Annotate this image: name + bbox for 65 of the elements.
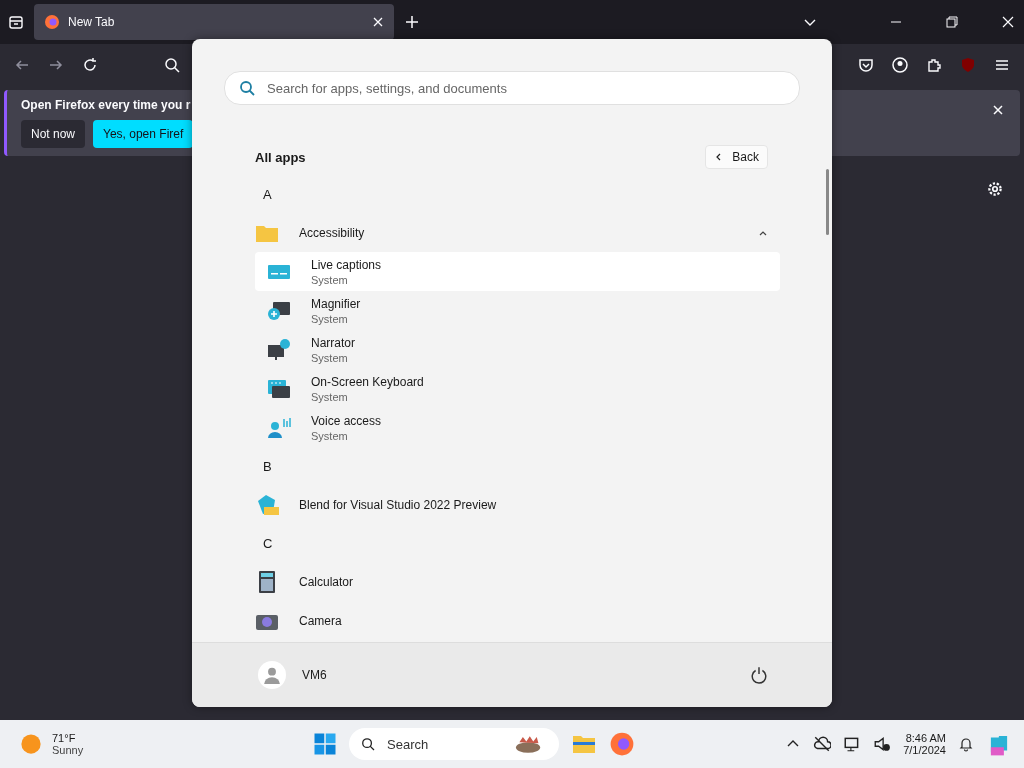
- user-silhouette-icon: [263, 666, 281, 684]
- user-name: VM6: [302, 668, 328, 682]
- app-publisher: System: [311, 312, 349, 325]
- close-icon[interactable]: [372, 16, 384, 28]
- sun-icon: [20, 733, 42, 755]
- app-name: Voice access: [311, 413, 382, 428]
- tab-title: New Tab: [68, 15, 116, 29]
- app-name: Live captions: [311, 257, 382, 272]
- clock-date: 7/1/2024: [903, 744, 946, 756]
- taskbar-search-box[interactable]: Search: [349, 728, 560, 760]
- app-name: Magnifier: [311, 296, 361, 311]
- power-icon[interactable]: [750, 666, 768, 684]
- app-name: On-Screen Keyboard: [311, 374, 424, 389]
- app-publisher: System: [311, 273, 349, 286]
- weather-condition: Sunny: [52, 744, 84, 756]
- close-icon[interactable]: [992, 104, 1004, 116]
- search-icon: [361, 736, 376, 752]
- reload-icon[interactable]: [82, 57, 98, 73]
- app-item[interactable]: Calculator: [255, 562, 780, 601]
- temperature: 71°F: [52, 732, 77, 744]
- app-item[interactable]: Magnifier System: [255, 291, 780, 330]
- close-icon[interactable]: [1000, 14, 1016, 30]
- menu-icon[interactable]: [994, 57, 1010, 73]
- confirm-button[interactable]: Yes, open Firef: [93, 120, 194, 148]
- app-item[interactable]: Narrator System: [255, 330, 780, 369]
- restore-icon[interactable]: [944, 14, 960, 30]
- notification-message: Open Firefox every time you r: [21, 98, 191, 112]
- search-box[interactable]: Search for apps, settings, and documents: [224, 71, 800, 105]
- voice-access-icon: [267, 415, 291, 440]
- plus-icon[interactable]: [404, 14, 420, 30]
- back-button[interactable]: Back: [705, 145, 768, 169]
- section-title: All apps: [255, 149, 306, 165]
- pocket-icon[interactable]: [858, 57, 874, 73]
- clock-time: 8:46 AM: [905, 732, 946, 744]
- app-publisher: System: [311, 390, 349, 403]
- taskbar-search-field[interactable]: Search: [385, 735, 500, 753]
- app-item[interactable]: Blend for Visual Studio 2022 Preview: [255, 485, 780, 524]
- extensions-icon[interactable]: [926, 57, 942, 73]
- settings-icon[interactable]: [986, 180, 1004, 198]
- search-field[interactable]: Search for apps, settings, and documents: [265, 79, 785, 97]
- search-icon: [239, 80, 255, 96]
- app-publisher: System: [311, 429, 349, 442]
- app-item[interactable]: Voice access System: [255, 408, 780, 447]
- user-avatar[interactable]: [258, 661, 286, 689]
- dismiss-button[interactable]: Not now: [21, 120, 86, 148]
- app-publisher: System: [311, 351, 349, 364]
- folder-item[interactable]: Accessibility: [255, 213, 780, 252]
- app-item[interactable]: On-Screen Keyboard System: [255, 369, 780, 408]
- app-name: Narrator: [311, 335, 355, 350]
- letter-header: B: [262, 457, 273, 476]
- account-icon[interactable]: [892, 57, 908, 73]
- narrator-icon: [267, 337, 291, 362]
- search-icon[interactable]: [164, 57, 180, 73]
- app-item[interactable]: Camera: [255, 601, 780, 640]
- volume-muted-icon[interactable]: [873, 735, 892, 753]
- scrollbar: [826, 169, 829, 235]
- tab-overview-icon[interactable]: [8, 14, 24, 30]
- letter-header: C: [262, 534, 274, 553]
- cloud-off-icon[interactable]: [813, 735, 832, 753]
- blend-app-icon: [255, 492, 279, 517]
- windows-start-icon[interactable]: [313, 732, 338, 756]
- app-item[interactable]: Live captions System: [255, 252, 780, 291]
- bell-icon[interactable]: [958, 736, 974, 752]
- letter-header: A: [262, 185, 273, 204]
- browser-tab[interactable]: New Tab: [34, 4, 394, 40]
